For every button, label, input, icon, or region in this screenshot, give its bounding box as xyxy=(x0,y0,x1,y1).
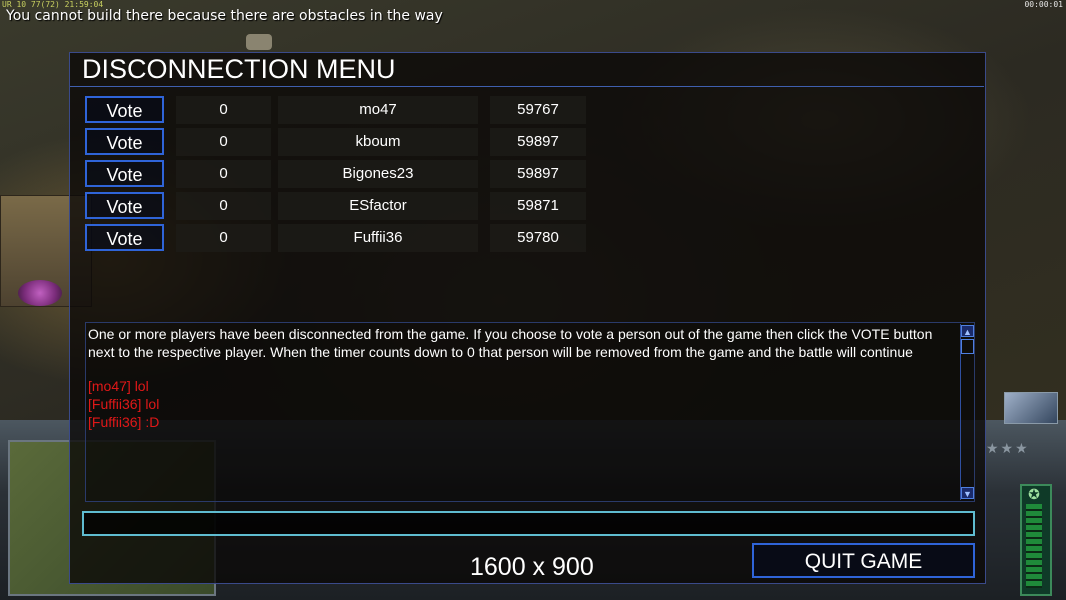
scroll-thumb[interactable] xyxy=(961,339,974,354)
scroll-down-arrow-icon[interactable]: ▼ xyxy=(961,487,974,499)
power-bars xyxy=(1026,504,1042,588)
rank-stars-icon: ★★★ xyxy=(986,440,1030,456)
vote-button[interactable]: Vote xyxy=(85,128,164,155)
star-emblem-icon: ✪ xyxy=(1028,486,1040,502)
dialog-title: DISCONNECTION MENU xyxy=(82,54,396,84)
vote-count: 0 xyxy=(176,160,271,188)
vote-count: 0 xyxy=(176,96,271,124)
chat-line: [mo47] lol xyxy=(88,378,149,394)
player-timer: 59780 xyxy=(490,224,586,252)
satellite-icon[interactable] xyxy=(1004,392,1058,424)
player-name: Fuffii36 xyxy=(278,224,478,252)
system-message: You cannot build there because there are… xyxy=(6,8,443,24)
player-name: kboum xyxy=(278,128,478,156)
vote-button[interactable]: Vote xyxy=(85,96,164,123)
player-timer: 59767 xyxy=(490,96,586,124)
vote-count: 0 xyxy=(176,192,271,220)
player-timer: 59871 xyxy=(490,192,586,220)
player-timer: 59897 xyxy=(490,128,586,156)
vote-button[interactable]: Vote xyxy=(85,192,164,219)
landing-pad xyxy=(18,280,62,306)
vote-count: 0 xyxy=(176,224,271,252)
player-name: mo47 xyxy=(278,96,478,124)
player-name: ESfactor xyxy=(278,192,478,220)
game-clock: 00:00:01 xyxy=(1024,0,1063,9)
player-timer: 59897 xyxy=(490,160,586,188)
chat-input[interactable] xyxy=(82,511,975,536)
scroll-up-arrow-icon[interactable]: ▲ xyxy=(961,325,974,337)
vote-count: 0 xyxy=(176,128,271,156)
vehicle-unit xyxy=(246,34,272,50)
title-divider xyxy=(70,86,984,87)
resolution-label: 1600 x 900 xyxy=(470,553,594,581)
vote-button[interactable]: Vote xyxy=(85,160,164,187)
vote-button[interactable]: Vote xyxy=(85,224,164,251)
chat-line: [Fuffii36] lol xyxy=(88,396,160,412)
quit-game-button[interactable]: QUIT GAME xyxy=(752,543,975,578)
player-name: Bigones23 xyxy=(278,160,478,188)
chat-line: [Fuffii36] :D xyxy=(88,414,160,430)
disconnect-info-text: One or more players have been disconnect… xyxy=(88,326,933,360)
